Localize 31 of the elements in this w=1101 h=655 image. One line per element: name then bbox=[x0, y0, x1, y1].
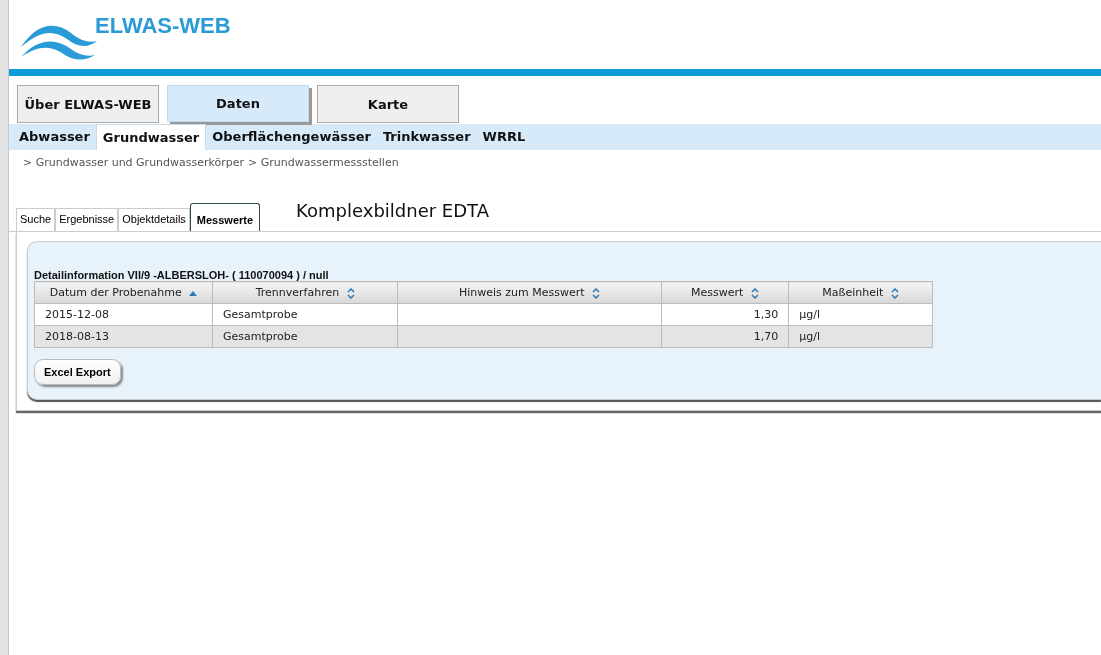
main-nav-button[interactable]: Daten bbox=[167, 85, 309, 122]
column-header[interactable]: Maßeinheit bbox=[788, 281, 933, 304]
tab[interactable]: Ergebnisse bbox=[55, 208, 119, 231]
table-cell: 2015-12-08 bbox=[45, 308, 109, 321]
column-header[interactable]: Trennverfahren bbox=[212, 281, 398, 304]
column-header[interactable]: Datum der Probenahme bbox=[34, 281, 213, 304]
page-heading: Komplexbildner EDTA bbox=[296, 200, 489, 221]
table-cell: 2018-08-13 bbox=[45, 330, 109, 343]
table-cell: Gesamtprobe bbox=[223, 308, 298, 321]
main-nav-button[interactable]: Über ELWAS-WEB bbox=[17, 85, 159, 123]
tab[interactable]: Messwerte bbox=[189, 203, 261, 231]
sub-nav-tab[interactable]: Trinkwasser bbox=[376, 124, 477, 150]
table-cell: Gesamtprobe bbox=[223, 330, 298, 343]
column-header[interactable]: Messwert bbox=[661, 281, 789, 304]
sub-nav-tab[interactable]: WRRL bbox=[476, 124, 532, 150]
main-nav-button[interactable]: Karte bbox=[317, 85, 459, 123]
table-cell: µg/l bbox=[799, 330, 820, 343]
sub-nav-tab[interactable]: Abwasser bbox=[13, 124, 96, 150]
excel-export-button[interactable]: Excel Export bbox=[34, 359, 121, 385]
column-header[interactable]: Hinweis zum Messwert bbox=[397, 281, 662, 304]
breadcrumb-link[interactable]: > Grundwassermessstellen bbox=[248, 156, 399, 176]
table-cell: 1,70 bbox=[753, 330, 779, 343]
tab[interactable]: Suche bbox=[16, 208, 56, 231]
table-cell: µg/l bbox=[799, 308, 820, 321]
tab[interactable]: Objektdetails bbox=[118, 208, 190, 231]
table-caption: Detailinformation VII/9 -ALBERSLOH- ( 110070094 ) / null bbox=[34, 269, 330, 281]
sub-nav-tab[interactable]: Oberflächengewässer bbox=[206, 124, 377, 150]
breadcrumb-link[interactable]: > Grundwasser und Grundwasserkörper bbox=[23, 156, 245, 176]
sub-nav-tab[interactable]: Grundwasser bbox=[95, 124, 207, 150]
table-cell: 1,30 bbox=[753, 308, 779, 321]
logo-text: ELWAS-WEB bbox=[95, 12, 231, 39]
